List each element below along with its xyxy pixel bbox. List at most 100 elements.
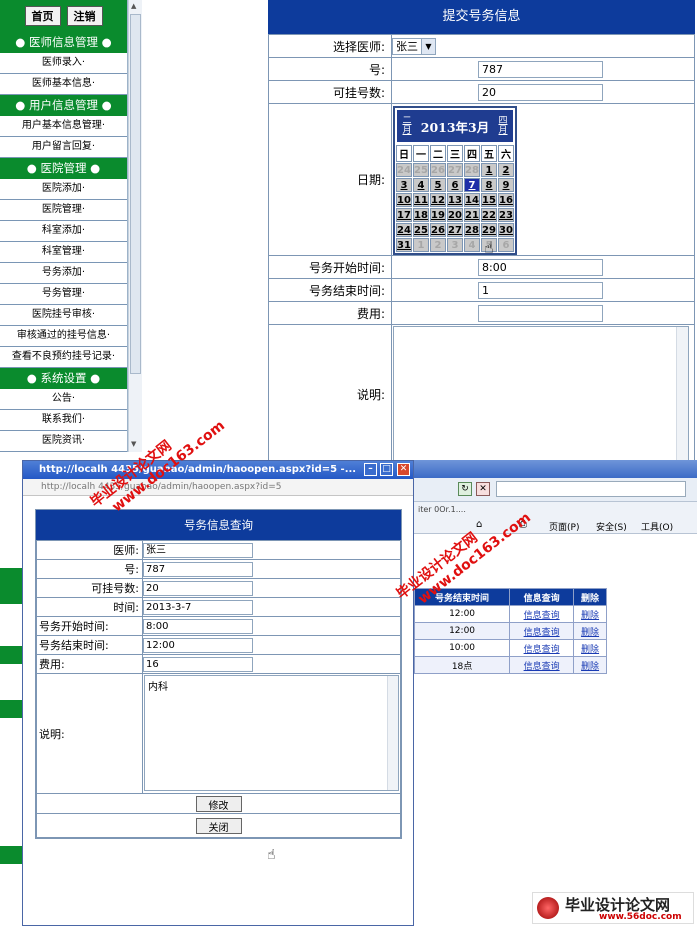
calendar-day[interactable]: 16 — [498, 193, 514, 207]
count-input[interactable]: 20 — [478, 83, 603, 101]
calendar-day[interactable]: 10 — [396, 193, 412, 207]
calendar-day[interactable]: 23 — [498, 208, 514, 222]
number-field[interactable]: 787 — [143, 561, 253, 577]
calendar-day[interactable]: 25 — [413, 163, 429, 177]
doctor-select[interactable]: 张三 ▼ — [392, 37, 436, 55]
fee-field[interactable]: 16 — [143, 656, 253, 672]
close-button[interactable]: 关闭 — [195, 817, 242, 834]
calendar-day[interactable]: 13 — [447, 193, 463, 207]
sidebar-item[interactable]: 号务管理· — [0, 284, 127, 305]
prev-month-button[interactable]: 二月 — [400, 116, 414, 136]
calendar-day[interactable]: 5 — [430, 178, 446, 192]
calendar-day[interactable]: 8 — [481, 178, 497, 192]
sidebar-section-header[interactable]: ● 用户信息管理 ● — [0, 95, 127, 116]
sidebar-section-header[interactable]: ● 系统设置 ● — [0, 368, 127, 389]
maximize-icon[interactable]: □ — [380, 463, 393, 476]
number-input[interactable]: 787 — [478, 60, 603, 78]
calendar-day[interactable]: 31 — [396, 238, 412, 252]
sidebar-section-header[interactable]: ● 医师信息管理 ● — [0, 32, 127, 53]
sidebar-item[interactable]: 查看不良预约挂号记录· — [0, 347, 127, 368]
calendar-day[interactable]: 30 — [498, 223, 514, 237]
calendar-day[interactable]: 21 — [464, 208, 480, 222]
calendar-day[interactable]: 27 — [447, 163, 463, 177]
delete-link[interactable]: 删除 — [581, 662, 599, 672]
calendar-day[interactable]: 1 — [481, 163, 497, 177]
calendar-day[interactable]: 20 — [447, 208, 463, 222]
sidebar-item[interactable]: 医师录入· — [0, 53, 127, 74]
refresh-icon[interactable]: ↻ — [458, 482, 472, 496]
calendar-day[interactable]: 17 — [396, 208, 412, 222]
page-menu[interactable]: 页面(P) — [549, 520, 579, 533]
calendar-day[interactable]: 25 — [413, 223, 429, 237]
sidebar-item[interactable]: 号务添加· — [0, 263, 127, 284]
calendar-day[interactable]: 28 — [464, 163, 480, 177]
doctor-field[interactable]: 张三 — [143, 542, 253, 558]
calendar-day[interactable]: 18 — [413, 208, 429, 222]
textarea-scrollbar[interactable] — [676, 327, 688, 461]
calendar-day[interactable]: 27 — [447, 223, 463, 237]
start-time-field[interactable]: 8:00 — [143, 618, 253, 634]
search-box[interactable] — [496, 481, 686, 497]
scroll-down-icon[interactable]: ▼ — [131, 440, 136, 448]
calendar-day[interactable]: 4 — [413, 178, 429, 192]
sidebar-item[interactable]: 科室管理· — [0, 242, 127, 263]
sidebar-item[interactable]: 联系我们· — [0, 410, 127, 431]
logout-button[interactable]: 注销 — [66, 6, 103, 26]
sidebar-item[interactable]: 医师基本信息· — [0, 74, 127, 95]
sidebar-item[interactable]: 审核通过的挂号信息· — [0, 326, 127, 347]
sidebar-scrollbar[interactable]: ▲ ▼ — [128, 0, 142, 452]
calendar-day[interactable]: 2 — [430, 238, 446, 252]
sidebar-item[interactable]: 医院挂号审核· — [0, 305, 127, 326]
calendar-day[interactable]: 4 — [464, 238, 480, 252]
time-field[interactable]: 2013-3-7 — [143, 599, 253, 615]
calendar-day[interactable]: 28 — [464, 223, 480, 237]
calendar-day[interactable]: 12 — [430, 193, 446, 207]
sidebar-item[interactable]: 医院资讯· — [0, 431, 127, 452]
query-link[interactable]: 信息查询 — [524, 628, 560, 638]
scroll-thumb[interactable] — [130, 14, 141, 374]
calendar-day[interactable]: 14 — [464, 193, 480, 207]
calendar-day[interactable]: 1 — [413, 238, 429, 252]
scroll-up-icon[interactable]: ▲ — [131, 2, 136, 10]
calendar-day[interactable]: 11 — [413, 193, 429, 207]
sidebar-item[interactable]: 医院管理· — [0, 200, 127, 221]
desc-textarea[interactable]: 内科 — [144, 675, 399, 791]
bg-tab[interactable]: iter 0Or.1.... — [418, 505, 466, 514]
query-link[interactable]: 信息查询 — [524, 611, 560, 621]
desc-textarea[interactable] — [393, 326, 689, 462]
calendar-day[interactable]: 22 — [481, 208, 497, 222]
home-button[interactable]: 首页 — [24, 6, 61, 26]
calendar-day[interactable]: 26 — [430, 163, 446, 177]
close-icon[interactable]: ✕ — [397, 463, 410, 476]
query-link[interactable]: 信息查询 — [524, 645, 560, 655]
sidebar-section-header[interactable]: ● 医院管理 ● — [0, 158, 127, 179]
count-field[interactable]: 20 — [143, 580, 253, 596]
fee-input[interactable] — [478, 304, 603, 322]
query-link[interactable]: 信息查询 — [524, 662, 560, 672]
next-month-button[interactable]: 四月 — [496, 116, 510, 136]
textarea-scrollbar[interactable] — [387, 676, 398, 790]
minimize-icon[interactable]: – — [364, 463, 377, 476]
sidebar-item[interactable]: 医院添加· — [0, 179, 127, 200]
calendar-day[interactable]: 3 — [447, 238, 463, 252]
calendar-day[interactable]: 29 — [481, 223, 497, 237]
end-time-input[interactable]: 1 — [478, 281, 603, 299]
safety-menu[interactable]: 安全(S) — [596, 520, 627, 533]
start-time-input[interactable]: 8:00 — [478, 258, 603, 276]
stop-icon[interactable]: ✕ — [476, 482, 490, 496]
calendar-day[interactable]: 2 — [498, 163, 514, 177]
modify-button[interactable]: 修改 — [195, 795, 242, 812]
delete-link[interactable]: 删除 — [581, 611, 599, 621]
calendar-day[interactable]: 24 — [396, 163, 412, 177]
popup-address-bar[interactable]: http://localh 4435/guahao/admin/haoopen.… — [23, 479, 413, 496]
calendar-day[interactable]: 6 — [447, 178, 463, 192]
calendar-day[interactable]: 7 — [464, 178, 480, 192]
delete-link[interactable]: 删除 — [581, 628, 599, 638]
sidebar-item[interactable]: 用户留言回复· — [0, 137, 127, 158]
calendar-day[interactable]: 24 — [396, 223, 412, 237]
calendar-day[interactable]: 6 — [498, 238, 514, 252]
sidebar-item[interactable]: 用户基本信息管理· — [0, 116, 127, 137]
sidebar-item[interactable]: 公告· — [0, 389, 127, 410]
calendar-day[interactable]: 15 — [481, 193, 497, 207]
delete-link[interactable]: 删除 — [581, 645, 599, 655]
